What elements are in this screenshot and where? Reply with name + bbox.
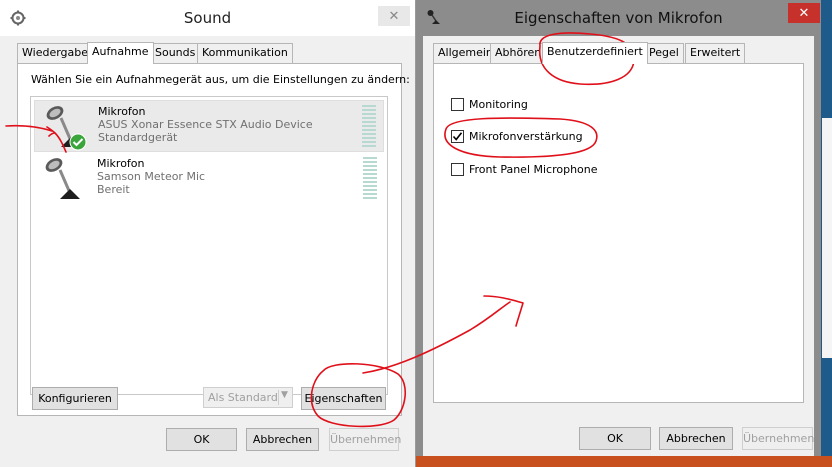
- option-label: Front Panel Microphone: [469, 162, 598, 176]
- option-front-panel-mic[interactable]: Front Panel Microphone: [451, 161, 598, 177]
- default-check-icon: [69, 133, 87, 154]
- list-item[interactable]: Mikrofon Samson Meteor Mic Bereit: [34, 153, 384, 205]
- device-name: Mikrofon: [97, 157, 145, 170]
- window-title: Sound: [183, 9, 232, 27]
- close-icon: ✕: [388, 8, 400, 24]
- recording-panel: Wählen Sie ein Aufnahmegerät aus, um die…: [17, 63, 410, 416]
- close-button[interactable]: ✕: [378, 6, 410, 26]
- chevron-down-icon: ▼: [281, 390, 288, 400]
- ok-button[interactable]: OK: [166, 428, 237, 451]
- properties-button[interactable]: Eigenschaften: [301, 387, 386, 410]
- apply-button[interactable]: Übernehmen: [329, 428, 401, 451]
- tab-erweitert[interactable]: Erweitert: [685, 43, 746, 63]
- apply-button[interactable]: Übernehmen: [742, 427, 814, 450]
- list-item[interactable]: Mikrofon ASUS Xonar Essence STX Audio De…: [34, 100, 384, 152]
- desktop-window-edge: [822, 118, 832, 358]
- device-model: ASUS Xonar Essence STX Audio Device: [98, 118, 313, 131]
- tab-abhoeren[interactable]: Abhören: [490, 43, 547, 63]
- option-label: Monitoring: [469, 97, 528, 111]
- sound-tabbar: Wiedergabe Aufnahme Sounds Kommunikation: [17, 42, 402, 64]
- tab-pegel[interactable]: Pegel: [644, 43, 684, 63]
- sound-window: Sound ✕ Wiedergabe Aufnahme Sounds Kommu…: [0, 0, 416, 467]
- microphone-icon: [42, 155, 86, 206]
- window-title: Eigenschaften von Mikrofon: [514, 9, 723, 27]
- tab-aufnahme[interactable]: Aufnahme: [87, 42, 154, 64]
- tab-wiedergabe[interactable]: Wiedergabe: [17, 43, 94, 63]
- device-list[interactable]: Mikrofon ASUS Xonar Essence STX Audio De…: [30, 96, 388, 395]
- cancel-button[interactable]: Abbrechen: [659, 427, 733, 450]
- close-button[interactable]: ✕: [788, 3, 820, 23]
- custom-panel: Monitoring Mikrofonverstärkung Front Pan…: [433, 63, 804, 403]
- level-meter: [362, 105, 376, 147]
- close-icon: ✕: [798, 5, 810, 21]
- set-default-label: Als Standard: [208, 391, 278, 404]
- sound-titlebar[interactable]: Sound ✕: [0, 0, 415, 36]
- mic-titlebar[interactable]: Eigenschaften von Mikrofon ✕: [416, 0, 821, 36]
- option-label: Mikrofonverstärkung: [469, 129, 583, 143]
- mic-boost-checkbox[interactable]: [451, 129, 464, 143]
- mic-tabbar: Allgemein Abhören Benutzerdefiniert Pege…: [433, 42, 804, 64]
- device-model: Samson Meteor Mic: [97, 170, 206, 183]
- option-mic-boost[interactable]: Mikrofonverstärkung: [451, 128, 583, 144]
- device-name: Mikrofon: [98, 105, 146, 118]
- device-text: Mikrofon ASUS Xonar Essence STX Audio De…: [98, 105, 313, 144]
- dropdown-divider: [278, 390, 279, 405]
- checkmark-icon: [452, 131, 463, 141]
- taskbar-strip: [416, 456, 832, 467]
- set-default-splitbutton[interactable]: Als Standard ▼: [203, 387, 293, 408]
- device-status: Bereit: [97, 183, 130, 196]
- tab-kommunikation[interactable]: Kommunikation: [197, 43, 293, 63]
- cancel-button[interactable]: Abbrechen: [246, 428, 319, 451]
- tab-benutzerdefiniert[interactable]: Benutzerdefiniert: [542, 42, 648, 64]
- mic-properties-window: Eigenschaften von Mikrofon ✕ Allgemein A…: [416, 0, 821, 456]
- monitoring-checkbox[interactable]: [451, 97, 464, 111]
- level-meter: [363, 157, 377, 199]
- tab-allgemein[interactable]: Allgemein: [433, 43, 498, 63]
- front-panel-mic-checkbox[interactable]: [451, 162, 464, 176]
- instruction-text: Wählen Sie ein Aufnahmegerät aus, um die…: [31, 73, 410, 86]
- ok-button[interactable]: OK: [579, 427, 651, 450]
- mic-client-area: Allgemein Abhören Benutzerdefiniert Pege…: [423, 36, 814, 456]
- device-status: Standardgerät: [98, 131, 178, 144]
- option-monitoring[interactable]: Monitoring: [451, 96, 528, 112]
- configure-button[interactable]: Konfigurieren: [32, 387, 118, 410]
- tab-sounds[interactable]: Sounds: [150, 43, 201, 63]
- device-text: Mikrofon Samson Meteor Mic Bereit: [97, 157, 205, 196]
